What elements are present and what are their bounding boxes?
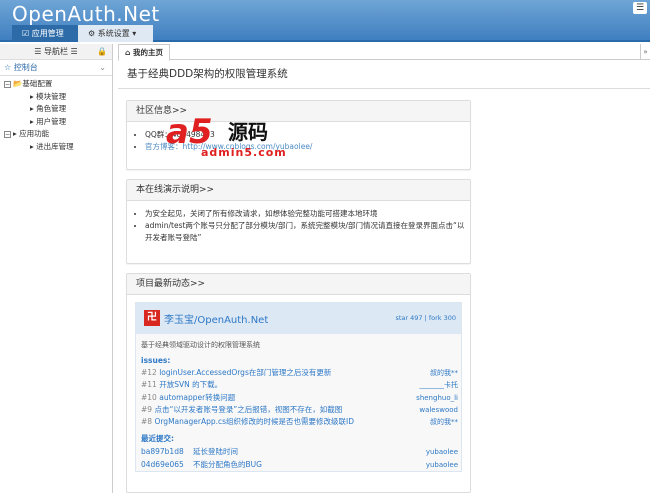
lock-icon[interactable]: 🔒 [97, 44, 107, 60]
card-title: 本在线演示说明>> [127, 180, 470, 201]
page-title: 基于经典DDD架构的权限管理系统 [127, 68, 288, 80]
collapse-icon[interactable]: − [4, 80, 11, 88]
a5-watermark-logo: a5 源码 admin5.com [166, 112, 287, 159]
repo-stats[interactable]: star 497 | fork 300 [395, 314, 456, 322]
note-item: 为安全起见，关闭了所有修改请求，如想体验完整功能可搭建本地环境 [145, 208, 470, 220]
issues-label: issues: [141, 356, 171, 365]
tree-node-role[interactable]: ▸ 角色管理 [4, 103, 112, 116]
tree-node-user[interactable]: ▸ 用户管理 [4, 116, 112, 129]
tree-node-app-functions[interactable]: − ▸ 应用功能 [4, 128, 112, 141]
repo-description: 基于经典领域驱动设计的权限管理系统 [141, 341, 260, 349]
sidebar-item-console[interactable]: ☆ 控制台 ⌄ [0, 60, 112, 76]
nav-system-settings[interactable]: ⚙ 系统设置 ▾ [78, 25, 153, 42]
issue-row[interactable]: #9 点击“以开发者账号登录”之后报错，视图不存在，如截图 waleswood [136, 404, 461, 416]
issue-row[interactable]: #11 开放SVN 的下载。 _______卡托 [136, 379, 461, 391]
main-area: ⌂ 我的主页 » 基于经典DDD架构的权限管理系统 社区信息>> QQ群：484… [118, 44, 650, 493]
demo-notes-card: 本在线演示说明>> 为安全起见，关闭了所有修改请求，如想体验完整功能可搭建本地环… [126, 179, 471, 264]
commit-row[interactable]: 04d69e065 不能分配角色的BUG yubaolee [136, 459, 461, 471]
commit-row[interactable]: ba897b1d8 延长登陆时间 yubaolee [136, 446, 461, 458]
issue-row[interactable]: #10 automapper转换问题 shenghuo_li [136, 392, 461, 404]
app-header: OpenAuth.Net ☑ 应用管理 ⚙ 系统设置 ▾ ☰ [0, 0, 650, 42]
tab-bar: ⌂ 我的主页 » [118, 44, 650, 61]
divider [118, 88, 650, 89]
sidebar: ☰ 导航栏 ☰ 🔒 ☆ 控制台 ⌄ − 📂基础配置 ▸ 模块管理 ▸ 角色管理 ▸… [0, 44, 113, 493]
issue-row[interactable]: #8 OrgManagerApp.cs组织修改的时候是否也需要修改级联ID 叔的我… [136, 416, 461, 428]
app-logo: OpenAuth.Net [12, 2, 160, 26]
project-news-card: 项目最新动态>> 卍 李玉宝/OpenAuth.Net star 497 | f… [126, 273, 471, 493]
tree-node-module[interactable]: ▸ 模块管理 [4, 91, 112, 104]
menu-icon[interactable]: ☰ [633, 2, 647, 14]
nav-tree: − 📂基础配置 ▸ 模块管理 ▸ 角色管理 ▸ 用户管理 − ▸ 应用功能 ▸ 进出… [0, 76, 112, 153]
gitee-logo-icon: 卍 [144, 310, 160, 326]
issue-row[interactable]: #12 loginUser.AccessedOrgs在部门管理之后没有更新 叔的我… [136, 367, 461, 379]
folder-open-icon: 📂 [13, 79, 23, 88]
tree-node-basic-config[interactable]: − 📂基础配置 [4, 78, 112, 91]
commits-label: 最近提交: [141, 434, 174, 444]
collapse-icon[interactable]: − [4, 130, 11, 138]
tab-home[interactable]: ⌂ 我的主页 [118, 44, 170, 61]
sidebar-header: ☰ 导航栏 ☰ 🔒 [0, 44, 112, 60]
gitee-widget: 卍 李玉宝/OpenAuth.Net star 497 | fork 300 基… [135, 302, 462, 473]
chevron-down-icon[interactable]: ⌄ [99, 60, 106, 76]
tree-node-inventory[interactable]: ▸ 进出库管理 [4, 141, 112, 154]
sidebar-title: ☰ 导航栏 ☰ [34, 47, 78, 56]
repo-link[interactable]: 李玉宝/OpenAuth.Net [164, 311, 268, 326]
nav-app-management[interactable]: ☑ 应用管理 [12, 25, 78, 42]
gitee-header: 卍 李玉宝/OpenAuth.Net star 497 | fork 300 [136, 303, 461, 334]
tab-scroll-icon[interactable]: » [640, 44, 650, 60]
console-label: ☆ 控制台 [4, 63, 38, 72]
note-item: admin/test两个账号只分配了部分模块/部门，系统完整模块/部门情况请直接… [145, 220, 470, 244]
card-title: 项目最新动态>> [127, 274, 470, 295]
